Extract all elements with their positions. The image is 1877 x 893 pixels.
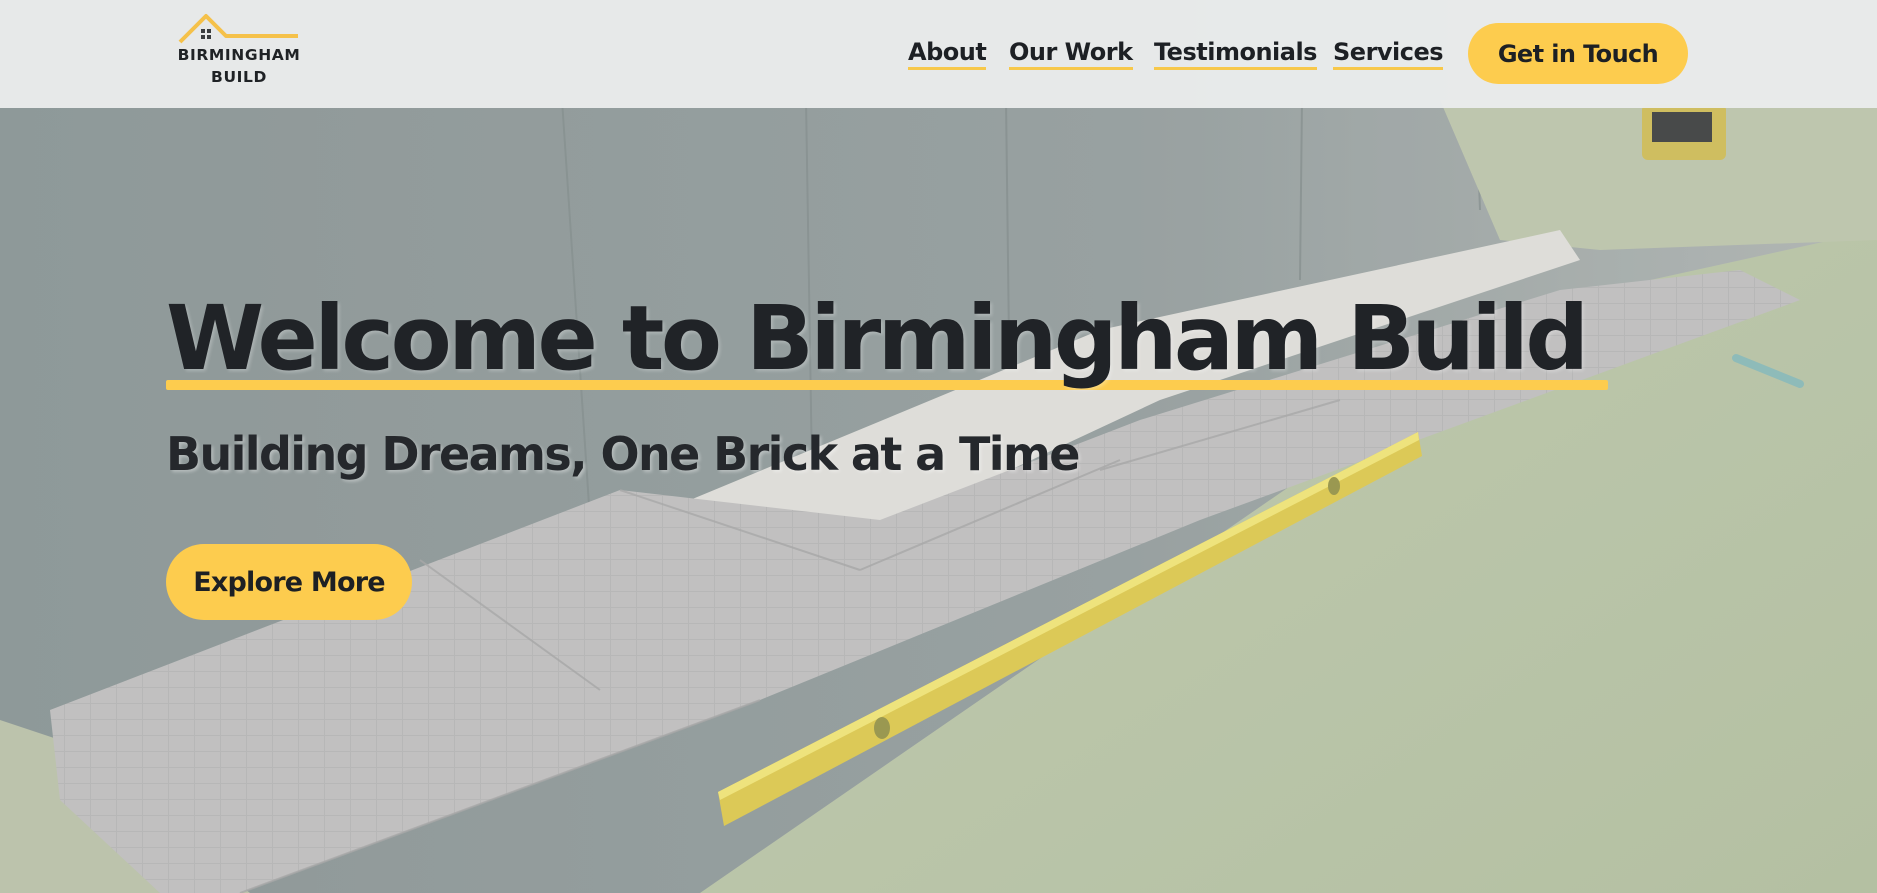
get-in-touch-button[interactable]: Get in Touch <box>1468 23 1688 84</box>
hero-title: Welcome to Birmingham Build <box>166 286 1589 390</box>
nav-link-about[interactable]: About <box>908 38 987 70</box>
nav-link-services[interactable]: Services <box>1333 38 1444 70</box>
logo-text-line1: BIRMINGHAM <box>177 46 301 64</box>
site-header: BIRMINGHAM BUILD About Our Work Testimon… <box>0 0 1877 108</box>
hero-subtitle: Building Dreams, One Brick at a Time <box>166 427 1080 481</box>
explore-more-button[interactable]: Explore More <box>166 544 412 620</box>
logo[interactable]: BIRMINGHAM BUILD <box>176 12 302 92</box>
house-roof-icon <box>178 14 298 44</box>
logo-text-line2: BUILD <box>211 68 267 86</box>
nav-link-testimonials[interactable]: Testimonials <box>1154 38 1317 70</box>
nav-link-our-work[interactable]: Our Work <box>1009 38 1133 70</box>
